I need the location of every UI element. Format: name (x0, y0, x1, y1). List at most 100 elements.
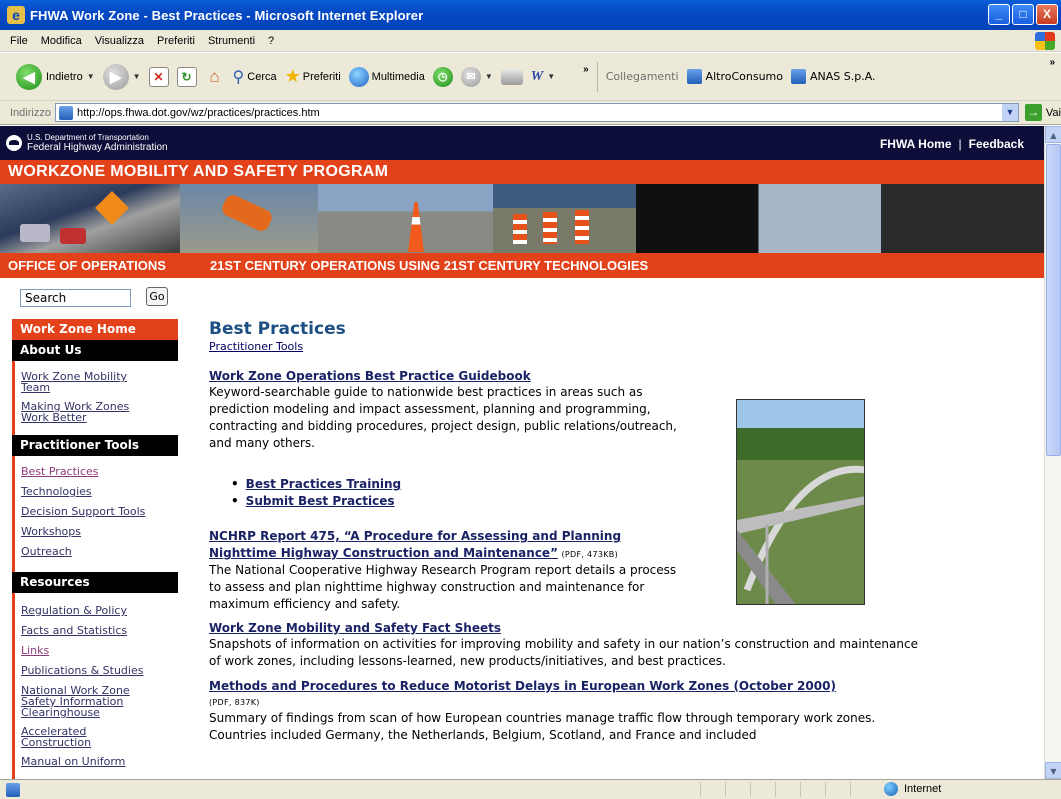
dot-logo-icon[interactable] (6, 135, 22, 151)
printer-icon (500, 68, 523, 85)
stop-button[interactable]: ✕ (148, 66, 169, 87)
nav-item-facts[interactable]: Facts and Statistics (21, 625, 178, 636)
fact-sheets-description: Snapshots of information on activities f… (209, 637, 918, 668)
nav-item-mobility-team[interactable]: Work Zone Mobility Team (21, 371, 141, 393)
guidebook-link[interactable]: Work Zone Operations Best Practice Guide… (209, 369, 929, 384)
fhwa-name[interactable]: Federal Highway Administration (27, 142, 168, 153)
history-icon: ◷ (432, 66, 453, 87)
minimize-button[interactable]: _ (988, 4, 1010, 25)
media-button[interactable]: Multimedia (348, 66, 425, 87)
european-delays-link[interactable]: Methods and Procedures to Reduce Motoris… (209, 679, 929, 694)
menu-modifica[interactable]: Modifica (41, 35, 82, 47)
page-status-icon (6, 782, 20, 797)
scroll-thumb[interactable] (1046, 144, 1061, 456)
forward-dropdown-icon[interactable]: ▼ (133, 72, 141, 81)
nav-item-clearinghouse[interactable]: National Work Zone Safety Information Cl… (21, 685, 151, 718)
windows-logo-icon (1035, 32, 1055, 50)
mail-button[interactable]: ✉ ▼ (460, 66, 493, 87)
nav-heading-about: About Us (12, 340, 178, 361)
home-icon: ⌂ (209, 66, 220, 86)
close-button[interactable]: X (1036, 4, 1058, 25)
page-icon (790, 69, 806, 84)
european-file-note: (PDF, 837K) (209, 698, 260, 707)
feedback-link[interactable]: Feedback (969, 137, 1024, 151)
nav-work-zone-home[interactable]: Work Zone Home (12, 319, 178, 340)
back-button[interactable]: ◀ Indietro ▼ (16, 63, 95, 90)
address-dropdown-icon[interactable]: ▼ (1001, 104, 1018, 121)
nav-item-technologies[interactable]: Technologies (21, 486, 178, 497)
status-cell (725, 782, 750, 797)
status-bar: Internet (0, 779, 1061, 799)
favorites-button[interactable]: ★ Preferiti (285, 66, 341, 87)
status-cell (775, 782, 800, 797)
mail-icon: ✉ (460, 66, 481, 87)
edit-dropdown-icon[interactable]: ▼ (547, 72, 555, 81)
zone-label: Internet (904, 783, 942, 795)
address-url: http://ops.fhwa.dot.gov/wz/practices/pra… (76, 106, 320, 119)
address-input[interactable]: http://ops.fhwa.dot.gov/wz/practices/pra… (54, 103, 1019, 122)
nav-item-links[interactable]: Links (21, 645, 178, 656)
status-cell (750, 782, 775, 797)
breadcrumb[interactable]: Practitioner Tools (209, 340, 929, 353)
worker-photo (180, 184, 318, 253)
link-altroconsumo[interactable]: AltroConsumo (686, 69, 783, 84)
nav-item-manual[interactable]: Manual on Uniform (21, 756, 178, 767)
scroll-down-icon[interactable]: ▼ (1045, 762, 1061, 779)
office-of-operations[interactable]: OFFICE OF OPERATIONS (8, 258, 166, 273)
address-label: Indirizzo (10, 106, 51, 119)
forward-button[interactable]: ▶ ▼ (102, 63, 141, 90)
menu-file[interactable]: File (10, 35, 28, 47)
history-button[interactable]: ◷ (432, 66, 453, 87)
toolbar-overflow-icon[interactable]: » (583, 64, 589, 75)
nchrp-heading: NCHRP Report 475, “A Procedure for Asses… (209, 528, 679, 562)
nav-item-making-work-zones[interactable]: Making Work Zones Work Better (21, 401, 146, 423)
edit-button[interactable]: W ▼ (531, 69, 555, 85)
home-button[interactable]: ⌂ (205, 67, 225, 87)
link-altroconsumo-label: AltroConsumo (705, 70, 783, 83)
fhwa-home-link[interactable]: FHWA Home (880, 137, 952, 151)
guidebook-description: Keyword-searchable guide to nationwide b… (209, 385, 677, 450)
mail-dropdown-icon[interactable]: ▼ (485, 72, 493, 81)
search-label: Cerca (247, 70, 277, 83)
status-cells (700, 782, 875, 797)
dot-name[interactable]: U.S. Department of Transportation (27, 133, 149, 142)
submit-link[interactable]: Submit Best Practices (246, 494, 395, 508)
nav-item-decision-support[interactable]: Decision Support Tools (21, 506, 178, 517)
nchrp-link[interactable]: NCHRP Report 475, “A Procedure for Asses… (209, 529, 621, 560)
menu-visualizza[interactable]: Visualizza (95, 35, 144, 47)
menu-help[interactable]: ? (268, 35, 274, 47)
search-go-button[interactable]: Go (146, 287, 168, 306)
menu-strumenti[interactable]: Strumenti (208, 35, 255, 47)
nav-item-best-practices[interactable]: Best Practices (21, 466, 178, 477)
bridge-photo (736, 399, 865, 605)
refresh-button[interactable]: ↻ (176, 66, 197, 87)
vertical-scrollbar[interactable]: ▲ ▼ (1044, 126, 1061, 779)
cone-photo (318, 184, 493, 253)
barrels-photo (493, 184, 636, 253)
training-link[interactable]: Best Practices Training (246, 477, 401, 491)
nav-item-workshops[interactable]: Workshops (21, 526, 178, 537)
nav-item-accelerated[interactable]: Accelerated Construction (21, 726, 121, 748)
window-title: FHWA Work Zone - Best Practices - Micros… (30, 7, 424, 23)
print-button[interactable] (500, 68, 523, 85)
links-overflow-icon[interactable]: » (1049, 57, 1055, 68)
maximize-button[interactable]: □ (1012, 4, 1034, 25)
nav-item-outreach[interactable]: Outreach (21, 546, 178, 557)
back-dropdown-icon[interactable]: ▼ (87, 72, 95, 81)
european-description: Summary of findings from scan of how Eur… (209, 711, 876, 742)
program-banner-title: WORKZONE MOBILITY AND SAFETY PROGRAM (0, 160, 1044, 184)
search-button[interactable]: ⚲ Cerca (233, 67, 277, 87)
nchrp-description: The National Cooperative Highway Researc… (209, 563, 677, 611)
stop-icon: ✕ (148, 66, 169, 87)
menu-preferiti[interactable]: Preferiti (157, 35, 195, 47)
search-input[interactable] (20, 289, 131, 307)
page-viewport: U.S. Department of Transportation Federa… (0, 126, 1044, 779)
title-bar: e FHWA Work Zone - Best Practices - Micr… (0, 0, 1061, 30)
nav-item-regulation[interactable]: Regulation & Policy (21, 605, 178, 616)
go-button[interactable]: → Vai (1024, 104, 1061, 121)
nav-item-publications[interactable]: Publications & Studies (21, 665, 178, 676)
fact-sheets-link[interactable]: Work Zone Mobility and Safety Fact Sheet… (209, 621, 929, 636)
bridge-illustration (737, 400, 864, 604)
link-anas[interactable]: ANAS S.p.A. (790, 69, 876, 84)
scroll-up-icon[interactable]: ▲ (1045, 126, 1061, 143)
